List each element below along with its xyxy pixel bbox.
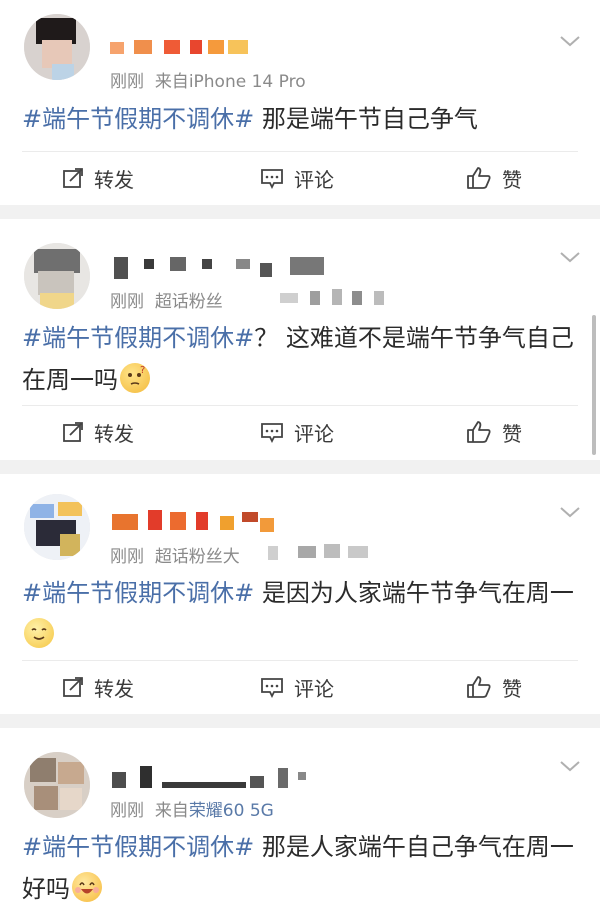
avatar[interactable]: [24, 243, 90, 309]
post-card: 刚刚 来自iPhone 14 Pro #端午节假期不调休# 那是端午节自己争气 …: [0, 0, 600, 205]
hashtag-link[interactable]: #端午节假期不调休#: [22, 579, 254, 607]
comment-label: 评论: [294, 167, 334, 192]
username-blurred[interactable]: [110, 36, 250, 62]
post-meta: 刚刚 超话粉丝: [110, 287, 223, 312]
repost-button[interactable]: 转发: [62, 661, 134, 713]
post-source: 超话粉丝大: [154, 547, 240, 567]
post-card: 刚刚 来自荣耀60 5G #端午节假期不调休# 那是人家端午自己争气在周一好吗: [0, 728, 600, 922]
smile-face-icon: [24, 618, 54, 648]
post-meta: 刚刚 超话粉丝大: [110, 542, 240, 567]
post-text: 是因为人家端午节争气在周一: [254, 579, 574, 607]
like-button[interactable]: 赞: [466, 152, 522, 204]
hashtag-link[interactable]: #端午节假期不调休#: [22, 105, 254, 133]
post-content[interactable]: #端午节假期不调休#？ 这难道不是端午节争气自己在周一吗 ?: [22, 317, 582, 401]
post-actions: 转发 评论 赞: [0, 406, 600, 458]
like-button[interactable]: 赞: [466, 661, 522, 713]
post-content[interactable]: #端午节假期不调休# 是因为人家端午节争气在周一: [22, 572, 582, 656]
thumbs-up-icon: [467, 421, 491, 443]
hashtag-link[interactable]: #端午节假期不调休#: [22, 324, 254, 352]
post-time: 刚刚: [110, 292, 144, 312]
post-meta: 刚刚 来自iPhone 14 Pro: [110, 67, 306, 92]
chevron-down-icon[interactable]: [558, 758, 582, 774]
username-blurred[interactable]: [110, 764, 310, 790]
post-content[interactable]: #端午节假期不调休# 那是人家端午自己争气在周一好吗: [22, 826, 582, 910]
post-source: iPhone 14 Pro: [188, 72, 306, 92]
username-blurred[interactable]: [110, 508, 280, 534]
repost-icon: [63, 677, 83, 697]
post-content[interactable]: #端午节假期不调休# 那是端午节自己争气: [22, 98, 582, 140]
username-blurred[interactable]: [110, 253, 340, 279]
thinking-face-icon: ?: [120, 363, 150, 393]
repost-label: 转发: [94, 167, 134, 192]
post-text: 那是端午节自己争气: [254, 105, 478, 133]
like-label: 赞: [502, 421, 522, 446]
post-card: 刚刚 超话粉丝 #端午节假期不调休#？ 这难道不是端午节争气自己在周一吗 ? 转…: [0, 219, 600, 460]
chevron-down-icon[interactable]: [558, 33, 582, 49]
thumbs-up-icon: [467, 676, 491, 698]
like-button[interactable]: 赞: [466, 406, 522, 458]
comment-icon: [261, 678, 283, 698]
post-meta: 刚刚 来自荣耀60 5G: [110, 796, 274, 821]
comment-label: 评论: [294, 421, 334, 446]
happy-face-icon: [72, 872, 102, 902]
post-source-prefix: 来自: [154, 801, 189, 821]
chevron-down-icon[interactable]: [558, 504, 582, 520]
post-source[interactable]: 荣耀60 5G: [189, 801, 274, 821]
comment-icon: [261, 169, 283, 189]
svg-text:?: ?: [140, 365, 145, 376]
avatar[interactable]: [24, 752, 90, 818]
meta-blurred: [280, 287, 390, 305]
post-time: 刚刚: [110, 547, 144, 567]
repost-button[interactable]: 转发: [62, 406, 134, 458]
post-source: 超话粉丝: [154, 292, 223, 312]
thumbs-up-icon: [467, 167, 491, 189]
post-card: 刚刚 超话粉丝大 #端午节假期不调休# 是因为人家端午节争气在周一 转发 评论 …: [0, 474, 600, 714]
like-label: 赞: [502, 676, 522, 701]
post-source-prefix: 来自: [154, 72, 189, 92]
comment-button[interactable]: 评论: [260, 406, 334, 458]
comment-button[interactable]: 评论: [260, 661, 334, 713]
repost-icon: [63, 422, 83, 442]
repost-label: 转发: [94, 676, 134, 701]
repost-icon: [63, 168, 83, 188]
repost-button[interactable]: 转发: [62, 152, 134, 204]
post-time: 刚刚: [110, 72, 144, 92]
comment-icon: [261, 423, 283, 443]
post-actions: 转发 评论 赞: [0, 152, 600, 204]
avatar[interactable]: [24, 14, 90, 80]
post-time: 刚刚: [110, 801, 144, 821]
meta-blurred: [268, 542, 378, 560]
avatar[interactable]: [24, 494, 90, 560]
like-label: 赞: [502, 167, 522, 192]
comment-button[interactable]: 评论: [260, 152, 334, 204]
comment-label: 评论: [294, 676, 334, 701]
repost-label: 转发: [94, 421, 134, 446]
post-actions: 转发 评论 赞: [0, 661, 600, 713]
chevron-down-icon[interactable]: [558, 249, 582, 265]
hashtag-link[interactable]: #端午节假期不调休#: [22, 833, 254, 861]
